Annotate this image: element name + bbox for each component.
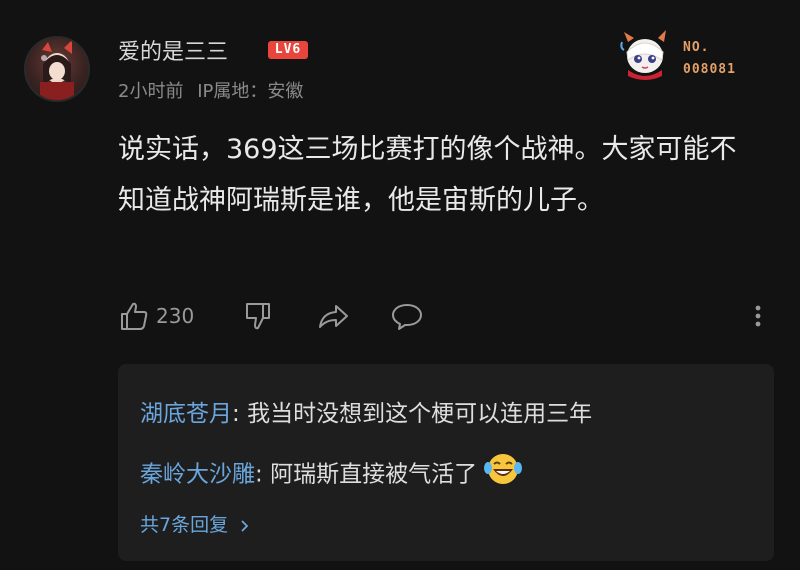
reply-text: 阿瑞斯直接被气活了 (270, 461, 478, 488)
reply-author[interactable]: 湖底苍月 (140, 401, 232, 427)
comment-content: 说实话，369这三场比赛打的像个战神。大家可能不知道战神阿瑞斯是谁，他是宙斯的儿… (118, 134, 737, 216)
view-all-replies-link[interactable]: 共7条回复 (140, 510, 250, 537)
dislike-button[interactable] (242, 300, 274, 332)
like-button[interactable]: 230 (118, 300, 194, 332)
share-button[interactable] (316, 300, 350, 332)
fan-badge-number: 008081 (683, 62, 736, 77)
comment-time: 2小时前 (118, 81, 184, 102)
thumb-down-icon (246, 303, 270, 330)
reply-separator: : (232, 401, 248, 427)
replies-preview[interactable]: 湖底苍月: 我当时没想到这个梗可以连用三年 秦岭大沙雕: 阿瑞斯直接被气活了 共… (118, 364, 774, 561)
reply-item[interactable]: 湖底苍月: 我当时没想到这个梗可以连用三年 (140, 394, 592, 428)
more-replies-label: 共7条回复 (140, 514, 229, 536)
ip-location: IP属地：安徽 (197, 81, 304, 102)
reply-button[interactable] (390, 300, 424, 332)
fan-badge-avatar[interactable] (618, 28, 672, 82)
thumb-up-icon (121, 302, 148, 330)
reply-item[interactable]: 秦岭大沙雕: 阿瑞斯直接被气活了 (140, 454, 523, 496)
laughing-tears-emoji-icon (483, 451, 523, 493)
comment-actions: 230 (118, 300, 770, 336)
fan-badge-prefix: NO. (683, 40, 710, 55)
share-icon (319, 305, 348, 328)
reply-text: 我当时没想到这个梗可以连用三年 (247, 401, 593, 427)
chevron-right-icon (234, 514, 250, 536)
level-badge: LV6 (268, 41, 308, 59)
like-count: 230 (156, 304, 195, 328)
username[interactable]: 爱的是三三 (118, 34, 228, 66)
comment-meta: 2小时前 IP属地：安徽 (118, 77, 303, 103)
reply-author[interactable]: 秦岭大沙雕 (140, 462, 255, 488)
avatar-image (40, 40, 74, 100)
more-button[interactable] (752, 300, 764, 332)
comment-icon (392, 304, 422, 330)
fan-badge-icon (620, 30, 666, 80)
reply-separator: : (255, 461, 271, 488)
more-vertical-icon (755, 305, 761, 327)
user-avatar[interactable] (24, 36, 90, 102)
